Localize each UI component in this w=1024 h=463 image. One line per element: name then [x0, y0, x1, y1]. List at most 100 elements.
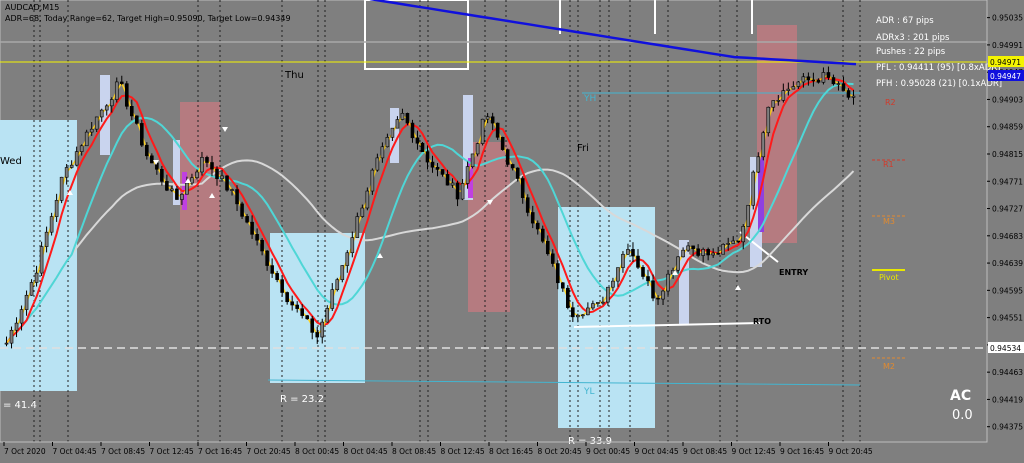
candle-body: [395, 119, 400, 129]
candle-body: [320, 321, 325, 338]
candle-body: [205, 157, 209, 163]
candle-body: [305, 315, 310, 320]
candle-body: [515, 167, 520, 179]
candle-body: [405, 113, 410, 124]
label-pivot: Pivot: [879, 273, 899, 282]
info-pfh: PFH : 0.95028 (21) [0.1xADR]: [876, 79, 1002, 89]
candle-body: [460, 183, 465, 200]
candle-body: [165, 181, 169, 191]
candle-body: [140, 123, 144, 146]
ac-value: 0.0: [952, 408, 973, 423]
candle-body: [591, 303, 595, 309]
y-tick-label: 0.94375: [992, 423, 1023, 432]
candle-body: [696, 248, 700, 256]
candle-body: [24, 294, 29, 310]
candle-body: [170, 188, 174, 191]
candle-body: [64, 167, 69, 178]
candle-body: [175, 188, 179, 200]
candle-body: [340, 265, 345, 280]
candle-body: [325, 308, 330, 323]
info-pfl: PFL : 0.94411 (95) [0.8xADR]: [876, 63, 1000, 73]
x-tick-label: 8 Oct 00:45: [295, 447, 339, 456]
candle-body: [485, 116, 490, 120]
candle-body: [440, 169, 445, 175]
candle-body: [676, 256, 680, 271]
candle-body: [89, 128, 94, 133]
x-tick-label: 9 Oct 16:45: [780, 447, 824, 456]
candle-body: [124, 83, 129, 107]
candle-body: [345, 252, 350, 266]
candle-body: [84, 131, 89, 147]
candle-body: [641, 267, 645, 277]
candle-body: [646, 276, 650, 282]
candle-body: [200, 157, 204, 173]
x-tick-label: 8 Oct 16:45: [489, 447, 533, 456]
label-m3: M3: [883, 217, 895, 226]
price-badge-label: 0.94534: [990, 344, 1021, 353]
y-tick-label: 0.94463: [992, 368, 1023, 377]
candle-body: [39, 246, 44, 274]
candle-body: [240, 203, 244, 217]
candle-body: [415, 137, 420, 144]
candle-body: [741, 226, 746, 243]
candle-body: [270, 265, 274, 274]
x-tick-label: 7 Oct 20:45: [247, 447, 291, 456]
candle-body: [104, 105, 109, 111]
label-rto: RTO: [753, 317, 771, 326]
candle-body: [550, 253, 555, 264]
candle-body: [265, 250, 269, 266]
info-pushes: Pushes : 22 pips: [876, 47, 946, 57]
candle-body: [505, 149, 510, 165]
candle-body: [540, 228, 545, 242]
x-tick-label: 8 Oct 12:45: [441, 447, 485, 456]
candle-body: [220, 175, 224, 180]
label-day-thu: Thu: [284, 70, 304, 81]
candle-body: [811, 79, 816, 82]
candle-body: [555, 263, 560, 284]
candle-body: [445, 174, 450, 186]
candle-body: [535, 222, 540, 230]
candle-body: [450, 182, 455, 186]
candle-body: [34, 272, 39, 283]
candle-body: [295, 304, 299, 309]
x-tick-label: 9 Oct 08:45: [683, 447, 727, 456]
candle-body: [230, 189, 234, 191]
candle-body: [701, 249, 705, 256]
candle-body: [681, 249, 685, 258]
candle-body: [490, 116, 495, 124]
candle-body: [831, 77, 836, 85]
candle-body: [525, 197, 530, 213]
candle-body: [195, 171, 199, 179]
candle-body: [616, 267, 620, 282]
candle-body: [571, 307, 575, 318]
candle-body: [375, 157, 380, 171]
candle-body: [581, 314, 585, 317]
candle-body: [260, 239, 264, 252]
candle-body: [420, 142, 425, 152]
candle-body: [530, 212, 535, 224]
candle-body: [455, 182, 460, 200]
candle-body: [601, 301, 605, 304]
chart-area[interactable]: AUDCAD,M15 ADR=68, Today Range=62, Targe…: [0, 0, 1024, 459]
candle-body: [235, 189, 239, 205]
candle-body: [275, 273, 279, 280]
candle-body: [355, 216, 360, 238]
candle-body: [54, 200, 59, 217]
candle-body: [29, 282, 34, 296]
x-tick-label: 7 Oct 2020: [4, 447, 46, 456]
candle-body: [160, 168, 164, 182]
candle-body: [190, 177, 194, 184]
candle-body: [771, 100, 776, 108]
candle-body: [711, 252, 715, 256]
candle-body: [225, 175, 229, 191]
candle-body: [300, 308, 305, 316]
candle-body: [520, 178, 525, 198]
candle-body: [365, 190, 370, 209]
candle-body: [751, 171, 756, 206]
candle-body: [335, 279, 340, 290]
candle-body: [495, 122, 500, 138]
candle-body: [826, 72, 831, 78]
candle-body: [255, 234, 259, 241]
label-yl: YL: [583, 387, 595, 397]
candle-body: [846, 90, 851, 98]
